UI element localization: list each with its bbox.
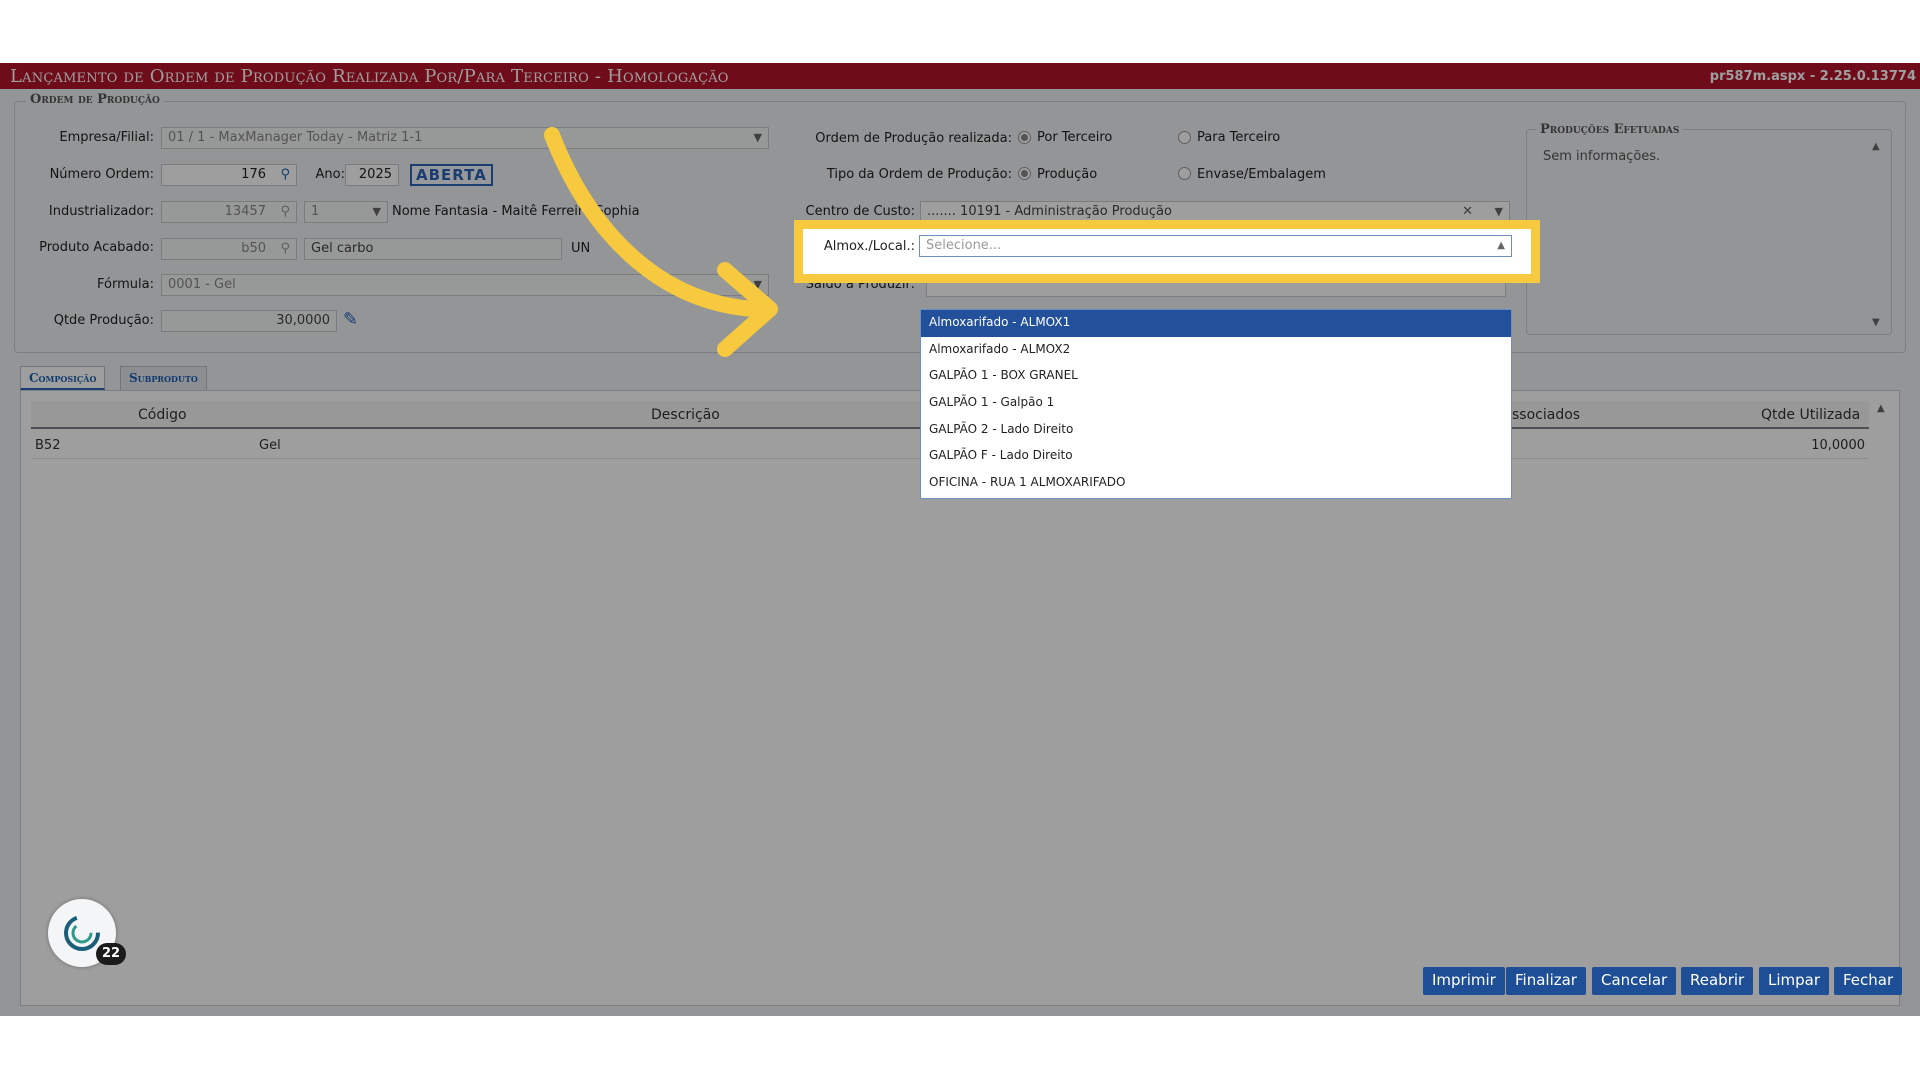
fechar-button[interactable]: Fechar	[1834, 967, 1903, 995]
dropdown-option[interactable]: GALPÃO 1 - BOX GRANEL	[921, 363, 1511, 390]
chevron-up-icon[interactable]: ▲	[1497, 240, 1505, 251]
notification-count: 22	[96, 943, 126, 965]
dropdown-option[interactable]: OFICINA - RUA 1 ALMOXARIFADO	[921, 470, 1511, 497]
assistant-logo[interactable]: 22	[48, 899, 126, 967]
arrow-annotation-icon	[544, 127, 778, 357]
almox-dropdown[interactable]: Almoxarifado - ALMOX1 Almoxarifado - ALM…	[920, 309, 1512, 499]
dropdown-option[interactable]: Almoxarifado - ALMOX2	[921, 337, 1511, 364]
almox-select[interactable]: Selecione... ▲	[919, 235, 1512, 257]
almox-placeholder: Selecione...	[926, 238, 1002, 253]
finalizar-button[interactable]: Finalizar	[1506, 967, 1586, 995]
app-frame: Lançamento de Ordem de Produção Realizad…	[0, 63, 1920, 1016]
dropdown-option[interactable]: GALPÃO 2 - Lado Direito	[921, 417, 1511, 444]
dim-overlay	[0, 63, 1920, 1016]
almox-label: Almox./Local.:	[823, 239, 915, 254]
dropdown-option[interactable]: GALPÃO F - Lado Direito	[921, 443, 1511, 470]
dropdown-option[interactable]: Almoxarifado - ALMOX1	[921, 310, 1511, 337]
reabrir-button[interactable]: Reabrir	[1681, 967, 1754, 995]
imprimir-button[interactable]: Imprimir	[1423, 967, 1505, 995]
limpar-button[interactable]: Limpar	[1759, 967, 1830, 995]
cancelar-button[interactable]: Cancelar	[1592, 967, 1677, 995]
dropdown-option[interactable]: GALPÃO 1 - Galpão 1	[921, 390, 1511, 417]
almox-highlight: Almox./Local.: Selecione... ▲	[794, 220, 1540, 283]
